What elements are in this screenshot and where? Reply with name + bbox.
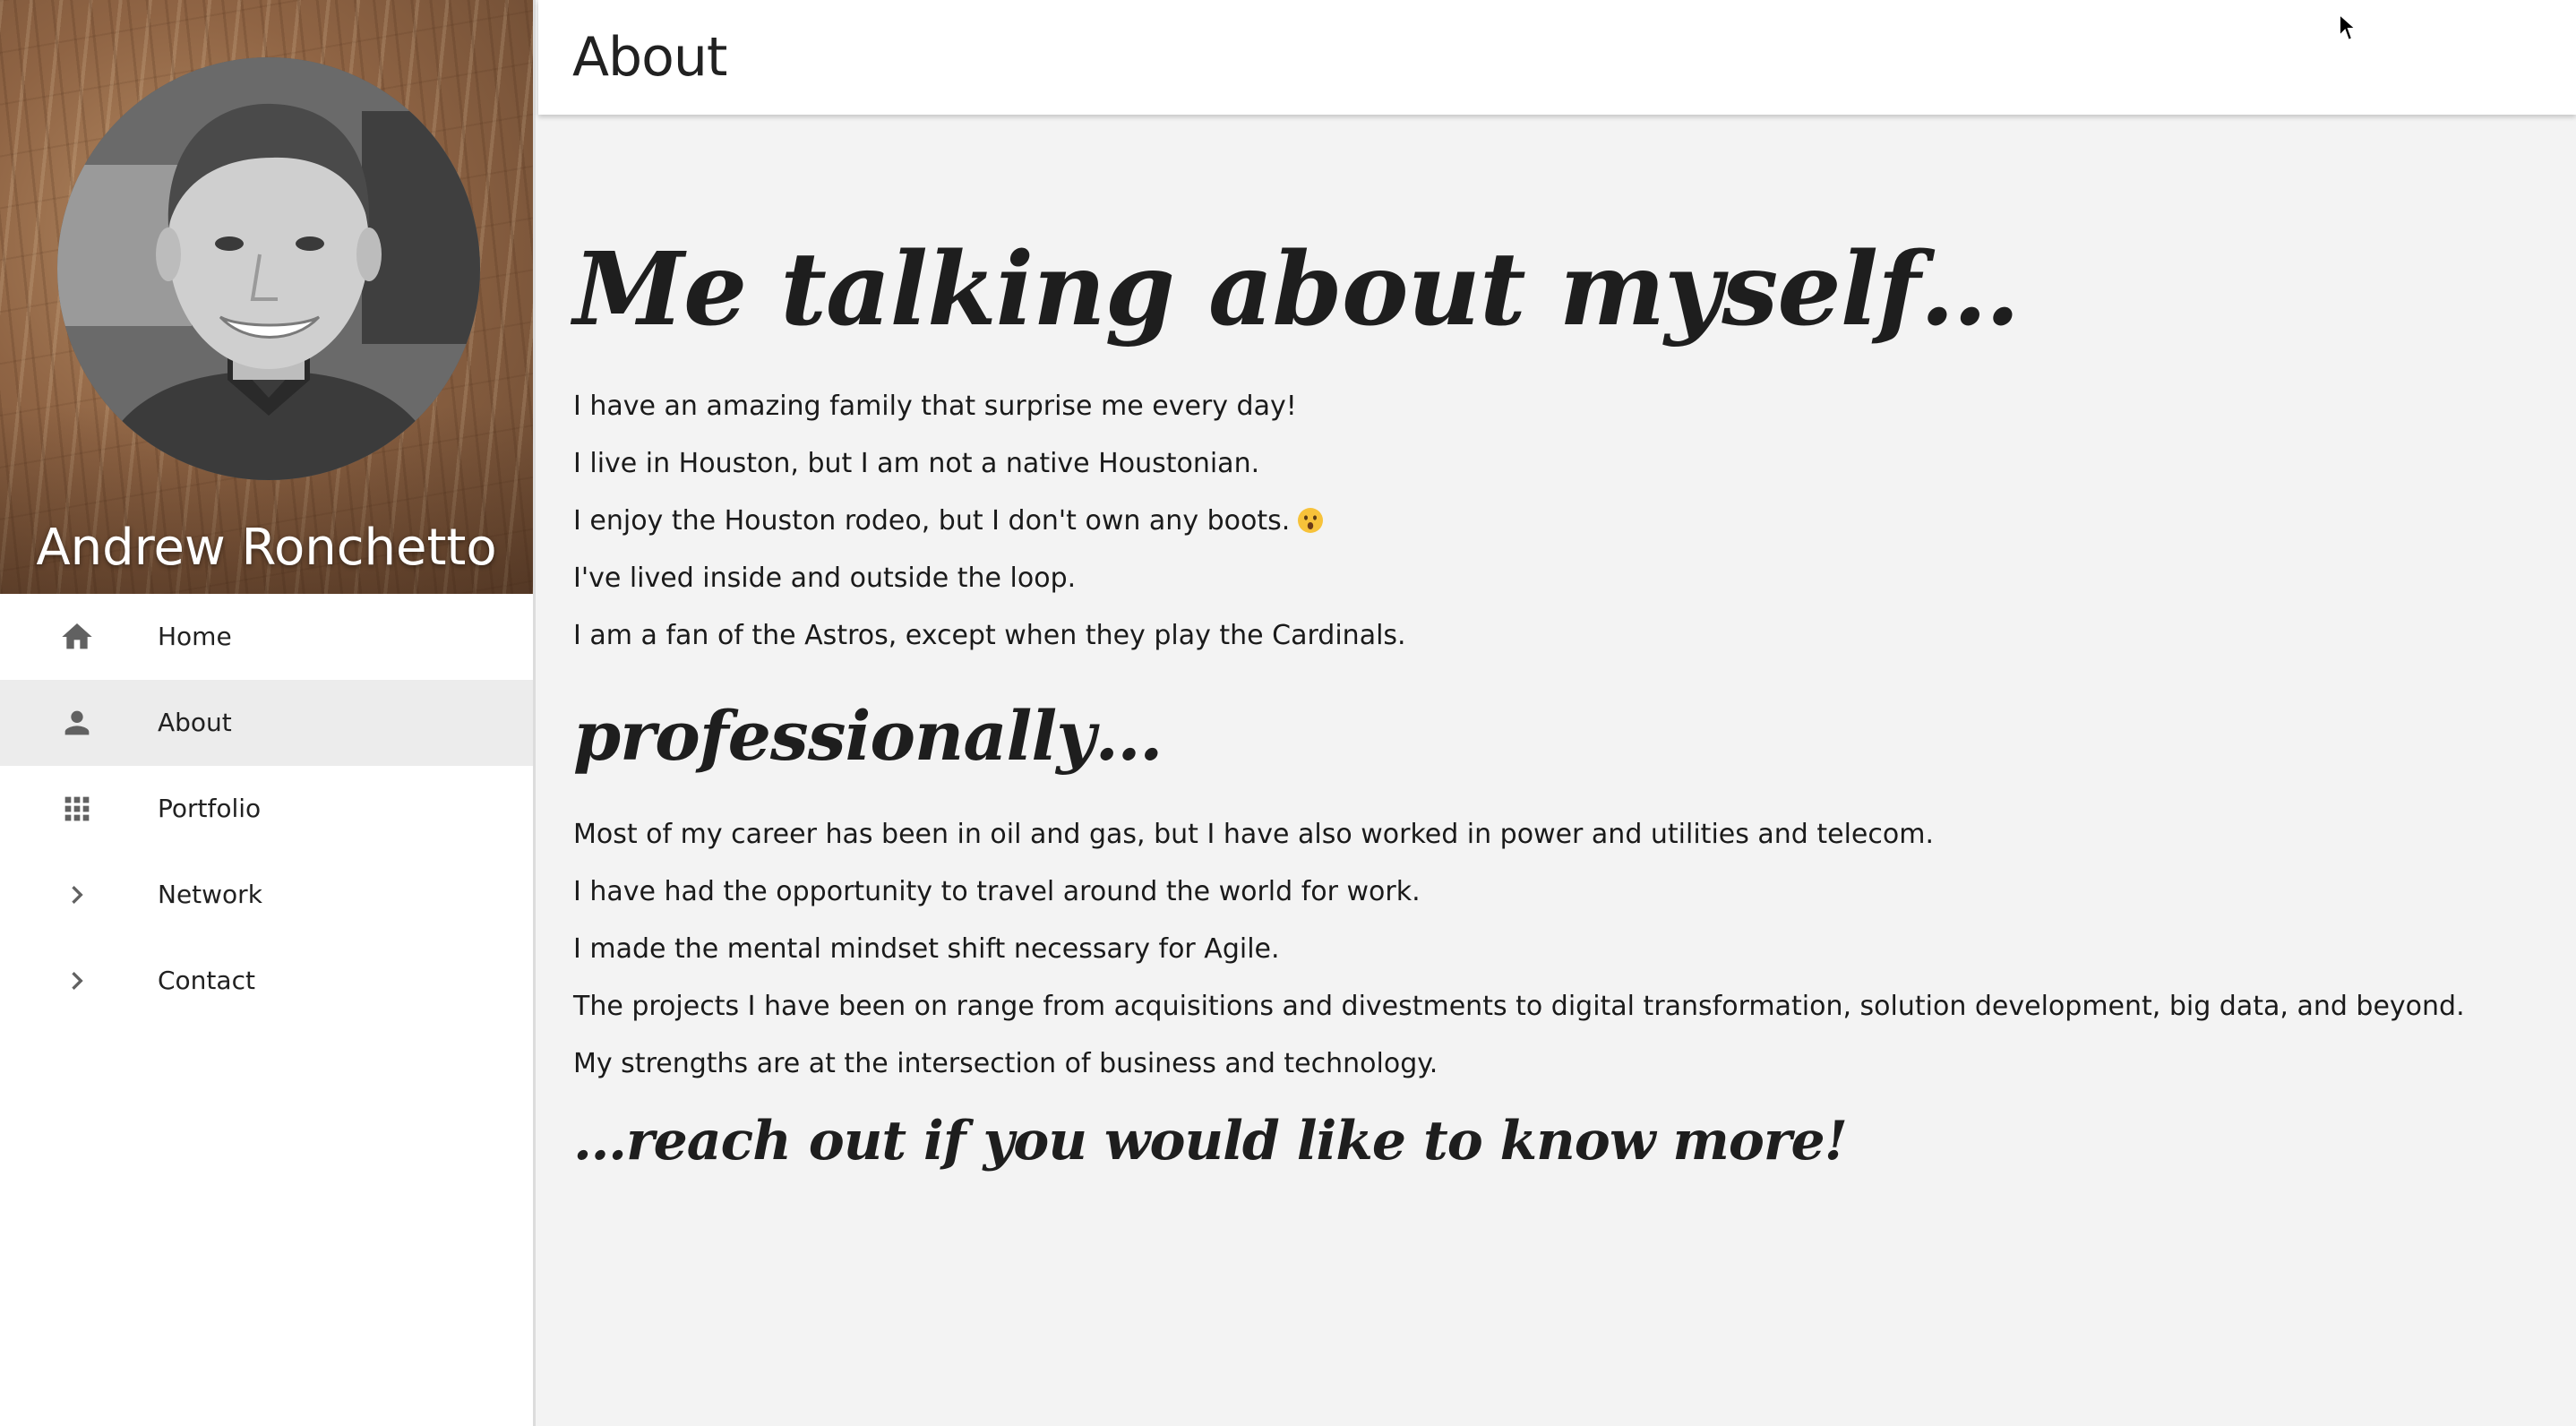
professional-line: I made the mental mindset shift necessar… bbox=[573, 933, 1280, 965]
sidebar: Andrew Ronchetto Home About Portfolio Ne… bbox=[0, 0, 536, 1426]
apps-grid-icon bbox=[57, 791, 97, 827]
app-header: About bbox=[538, 0, 2576, 115]
surprised-face-emoji-icon bbox=[1297, 497, 1324, 533]
person-icon bbox=[57, 705, 97, 741]
mouse-cursor-icon bbox=[2338, 12, 2358, 43]
profile-name: Andrew Ronchetto bbox=[36, 519, 497, 577]
personal-line: I've lived inside and outside the loop. bbox=[573, 563, 1077, 594]
sidebar-item-home[interactable]: Home bbox=[0, 594, 533, 680]
professional-line: Most of my career has been in oil and ga… bbox=[573, 819, 1934, 850]
sidebar-item-about[interactable]: About bbox=[0, 680, 533, 766]
page-title: About bbox=[572, 26, 727, 89]
professional-line: The projects I have been on range from a… bbox=[573, 991, 2465, 1022]
sidebar-item-contact[interactable]: Contact bbox=[0, 938, 533, 1024]
heading-personal: Me talking about myself… bbox=[573, 231, 2020, 348]
sidebar-item-network[interactable]: Network bbox=[0, 852, 533, 938]
sidebar-item-label: Portfolio bbox=[158, 794, 262, 823]
sidebar-nav: Home About Portfolio Network Contact bbox=[0, 594, 533, 1024]
sidebar-item-label: Contact bbox=[158, 966, 255, 995]
sidebar-item-label: Home bbox=[158, 622, 232, 651]
personal-line: I live in Houston, but I am not a native… bbox=[573, 448, 1260, 479]
home-icon bbox=[57, 619, 97, 655]
personal-line: I am a fan of the Astros, except when th… bbox=[573, 620, 1406, 651]
avatar bbox=[57, 57, 480, 480]
heading-professional: professionally… bbox=[573, 696, 1163, 776]
sidebar-item-label: Network bbox=[158, 880, 262, 909]
professional-line: I have had the opportunity to travel aro… bbox=[573, 876, 1421, 907]
chevron-right-icon bbox=[57, 877, 97, 913]
profile-header: Andrew Ronchetto bbox=[0, 0, 533, 594]
sidebar-item-portfolio[interactable]: Portfolio bbox=[0, 766, 533, 852]
personal-line-text: I enjoy the Houston rodeo, but I don't o… bbox=[573, 505, 1291, 537]
sidebar-item-label: About bbox=[158, 708, 232, 737]
personal-line: I have an amazing family that surprise m… bbox=[573, 391, 1297, 422]
chevron-right-icon bbox=[57, 963, 97, 999]
personal-line: I enjoy the Houston rodeo, but I don't o… bbox=[573, 493, 1324, 550]
professional-line: My strengths are at the intersection of … bbox=[573, 1048, 1438, 1079]
heading-reach-out: …reach out if you would like to know mor… bbox=[573, 1110, 1848, 1173]
